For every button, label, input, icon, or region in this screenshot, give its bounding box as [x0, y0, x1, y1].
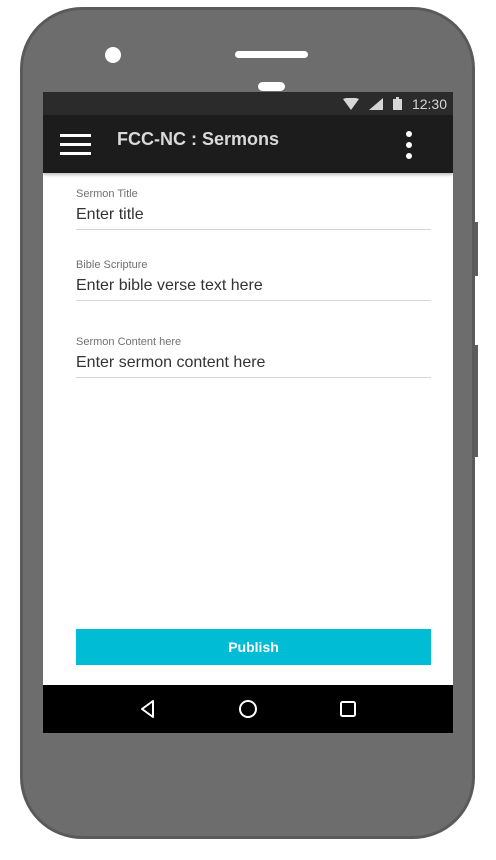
camera-icon — [105, 47, 121, 63]
speaker-grille — [235, 51, 308, 58]
signal-icon — [368, 97, 383, 110]
publish-button[interactable]: Publish — [76, 629, 431, 665]
bible-scripture-label: Bible Scripture — [76, 259, 148, 271]
power-button — [474, 345, 478, 457]
sermon-content-input[interactable] — [76, 354, 431, 378]
page-title: FCC-NC : Sermons — [117, 129, 280, 149]
bible-scripture-input[interactable] — [76, 277, 431, 301]
back-icon[interactable] — [136, 697, 160, 721]
proximity-sensor — [258, 82, 285, 91]
sermon-title-label: Sermon Title — [76, 188, 138, 200]
menu-icon[interactable] — [60, 134, 91, 156]
sermon-title-input[interactable] — [76, 206, 431, 230]
battery-icon — [392, 97, 402, 110]
status-bar: 12:30 — [43, 92, 453, 115]
sermon-title-field: Sermon Title — [76, 188, 431, 230]
system-nav-bar — [43, 685, 453, 733]
home-icon[interactable] — [236, 697, 260, 721]
app-bar: FCC-NC : Sermons — [43, 115, 453, 173]
screen: 12:30 FCC-NC : Sermons Sermon Title Bibl… — [43, 92, 453, 733]
wifi-icon — [342, 97, 359, 110]
volume-button — [474, 222, 478, 276]
sermon-content-label: Sermon Content here — [76, 336, 182, 348]
status-time: 12:30 — [411, 95, 447, 112]
sermon-content-field: Sermon Content here — [76, 336, 431, 378]
more-vert-icon[interactable] — [405, 129, 413, 161]
recents-icon[interactable] — [336, 697, 360, 721]
bible-scripture-field: Bible Scripture — [76, 259, 431, 301]
